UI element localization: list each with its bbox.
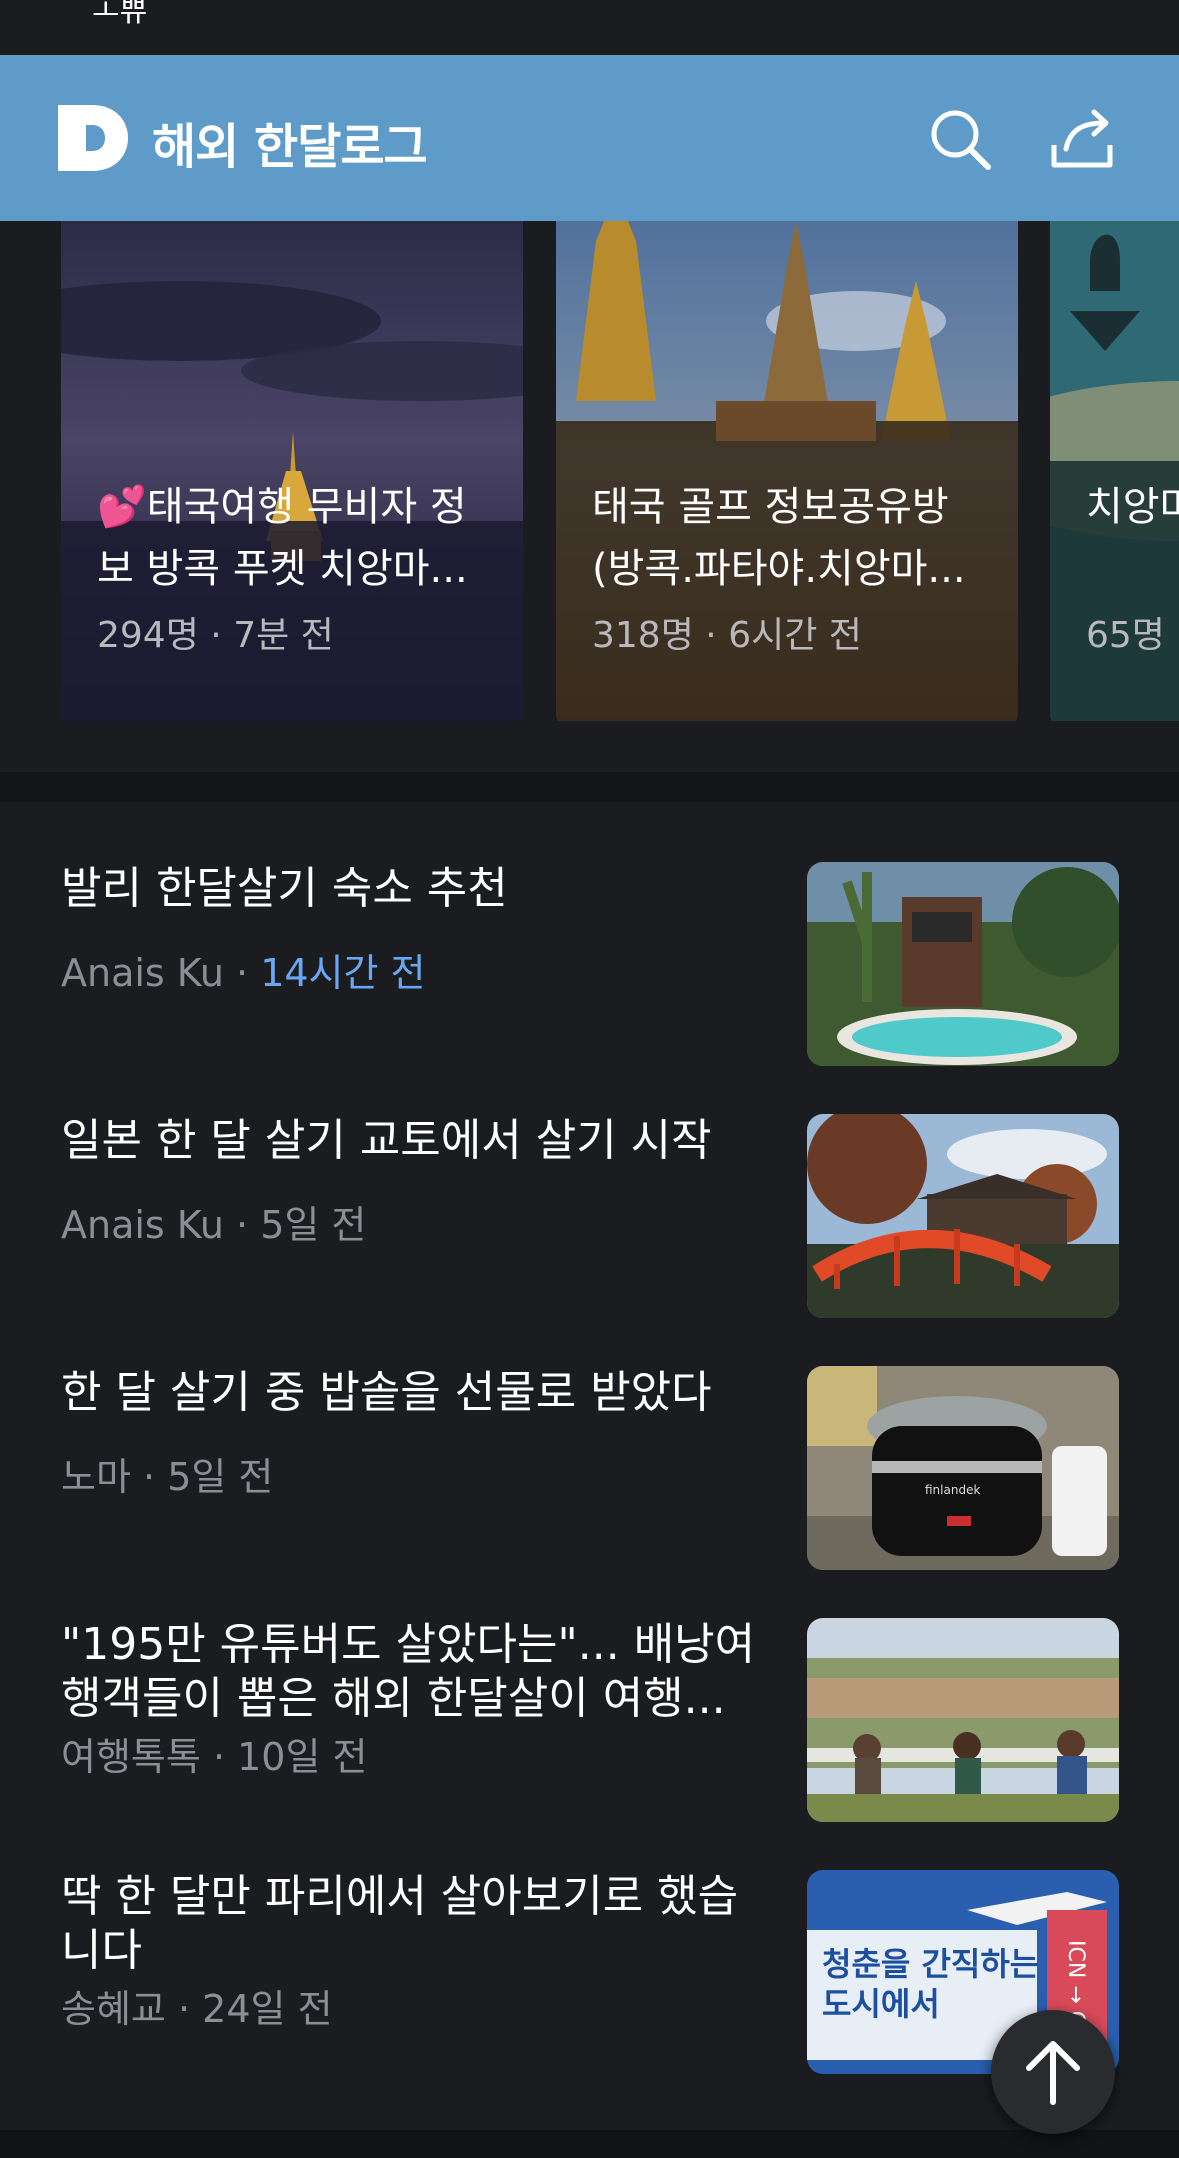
article-author: Anais Ku xyxy=(61,951,224,995)
thumbnail-poster-line-2: 도시에서 xyxy=(822,1985,940,2023)
status-bar: ㅗ쀼 xyxy=(0,0,1179,55)
thumbnail-poster-line-1: 청춘을 간직하는 xyxy=(822,1945,1039,1983)
article-meta: Anais Ku · 14시간 전 xyxy=(61,951,426,995)
arrow-up-icon xyxy=(1026,2041,1080,2105)
article-title[interactable]: 일본 한 달 살기 교토에서 살기 시작 xyxy=(61,1114,761,1168)
article-meta: 노마 · 5일 전 xyxy=(61,1455,274,1499)
section-divider xyxy=(0,772,1179,802)
card-title: 💕태국여행 무비자 정보 방콕 푸켓 치앙마... xyxy=(97,484,468,592)
list-item[interactable]: "195만 유튜버도 살았다는"... 배낭여행객들이 뽑은 해외 한달살이 여… xyxy=(0,1558,1179,1822)
article-author: 여행톡톡 xyxy=(61,1735,201,1779)
card-title: 치앙마(치.도 xyxy=(1086,484,1179,530)
article-time: 5일 전 xyxy=(260,1203,367,1247)
article-thumbnail[interactable] xyxy=(807,862,1119,1066)
group-card[interactable]: 태국 골프 정보공유방(방콕.파타야.치앙마... 318명 · 6시간 전 xyxy=(556,221,1018,721)
group-card-carousel[interactable]: 💕태국여행 무비자 정보 방콕 푸켓 치앙마... 294명 · 7분 전 태국… xyxy=(0,221,1179,721)
article-meta: 여행톡톡 · 10일 전 xyxy=(61,1735,368,1779)
card-title: 태국 골프 정보공유방(방콕.파타야.치앙마... xyxy=(592,484,966,592)
article-thumbnail[interactable]: finlandek xyxy=(807,1366,1119,1570)
app-logo-icon[interactable] xyxy=(58,101,130,175)
status-bar-text: ㅗ쀼 xyxy=(92,0,148,29)
thumbnail-brand-text: finlandek xyxy=(925,1483,980,1497)
list-item[interactable]: 일본 한 달 살기 교토에서 살기 시작 Anais Ku · 5일 전 xyxy=(0,1054,1179,1318)
card-meta: 65명 xyxy=(1086,615,1165,656)
article-title[interactable]: "195만 유튜버도 살았다는"... 배낭여행객들이 뽑은 해외 한달살이 여… xyxy=(61,1618,761,1726)
card-meta: 318명 · 6시간 전 xyxy=(592,615,862,656)
article-author: 노마 xyxy=(61,1455,131,1499)
article-time: 14시간 전 xyxy=(260,951,426,995)
card-meta: 294명 · 7분 전 xyxy=(97,615,334,656)
group-card[interactable]: 💕태국여행 무비자 정보 방콕 푸켓 치앙마... 294명 · 7분 전 xyxy=(61,221,523,721)
article-title[interactable]: 딱 한 달만 파리에서 살아보기로 했습니다 xyxy=(61,1870,761,1978)
article-meta: 송혜교 · 24일 전 xyxy=(61,1987,333,2031)
article-meta: Anais Ku · 5일 전 xyxy=(61,1203,367,1247)
app-header: 해외 한달로그 xyxy=(0,55,1179,221)
search-icon[interactable] xyxy=(924,103,996,175)
share-icon[interactable] xyxy=(1046,103,1118,175)
bottom-edge xyxy=(0,2130,1179,2158)
article-time: 5일 전 xyxy=(167,1455,274,1499)
article-thumbnail[interactable] xyxy=(807,1114,1119,1318)
article-time: 24일 전 xyxy=(202,1987,333,2031)
article-author: Anais Ku xyxy=(61,1203,224,1247)
list-item[interactable]: 한 달 살기 중 밥솥을 선물로 받았다 노마 · 5일 전 finlandek xyxy=(0,1306,1179,1570)
list-item[interactable]: 발리 한달살기 숙소 추천 Anais Ku · 14시간 전 xyxy=(0,802,1179,1066)
article-time: 10일 전 xyxy=(237,1735,368,1779)
group-card[interactable]: 치앙마(치.도 65명 xyxy=(1050,221,1179,721)
app-title: 해외 한달로그 xyxy=(152,119,428,175)
article-author: 송혜교 xyxy=(61,1987,166,2031)
article-title[interactable]: 발리 한달살기 숙소 추천 xyxy=(61,862,761,916)
article-title[interactable]: 한 달 살기 중 밥솥을 선물로 받았다 xyxy=(61,1366,761,1420)
scroll-to-top-button[interactable] xyxy=(991,2010,1115,2134)
article-thumbnail[interactable] xyxy=(807,1618,1119,1822)
